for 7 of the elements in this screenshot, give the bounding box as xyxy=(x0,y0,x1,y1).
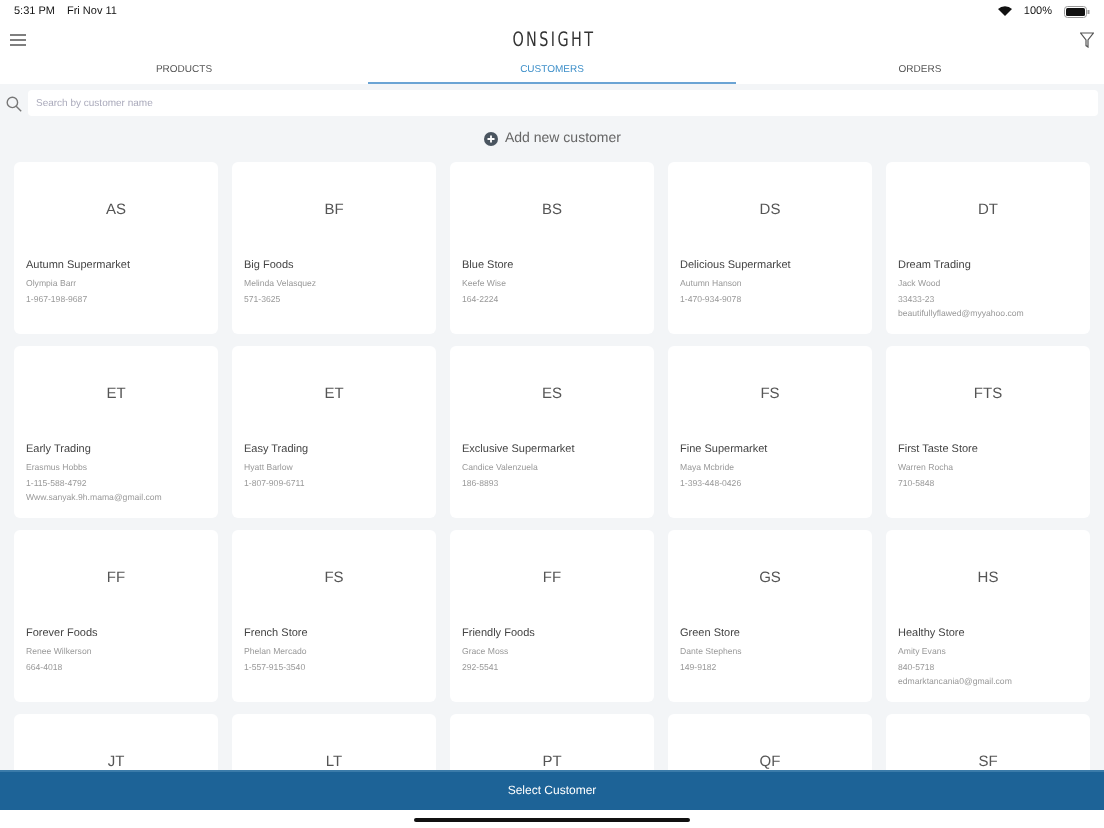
battery-icon xyxy=(1064,5,1090,17)
app-logo: ONSIGHT xyxy=(511,29,595,51)
wifi-icon xyxy=(997,6,1012,16)
menu-icon[interactable] xyxy=(10,34,26,46)
plus-circle-icon xyxy=(483,132,497,146)
filter-icon[interactable] xyxy=(1080,32,1094,48)
search-icon xyxy=(6,95,22,111)
